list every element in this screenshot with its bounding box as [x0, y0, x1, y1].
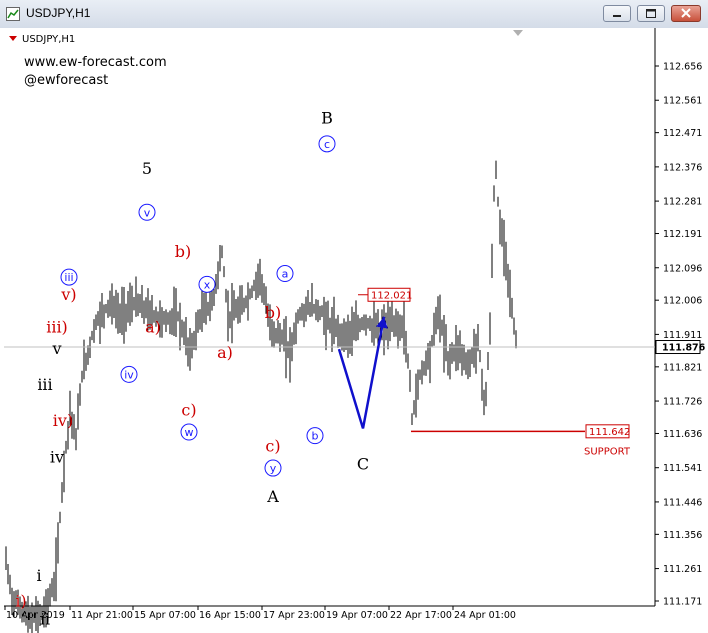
wave-label: A [266, 487, 279, 506]
x-tick-label: 19 Apr 07:00 [326, 610, 388, 621]
watermark-handle: @ewforecast [24, 73, 108, 88]
wave-label: iv [50, 447, 64, 466]
wave-label: b) [265, 303, 281, 322]
support-note: SUPPORT [584, 446, 631, 457]
current-price-label: 111.876 [662, 343, 706, 354]
wave-label: a) [145, 318, 161, 337]
x-tick-label: 11 Apr 21:00 [71, 610, 133, 621]
y-tick-label: 111.636 [663, 429, 702, 440]
wave-label: c) [265, 436, 280, 455]
wave-label: y [270, 462, 277, 475]
wave-label: v) [60, 285, 76, 304]
y-tick-label: 111.541 [663, 463, 702, 474]
wave-label: w [185, 426, 194, 439]
close-icon [681, 8, 691, 18]
x-tick-label: 17 Apr 23:00 [263, 610, 325, 621]
y-tick-label: 112.376 [663, 162, 702, 173]
wave-label: a) [217, 343, 233, 362]
y-tick-label: 111.821 [663, 362, 702, 373]
y-tick-label: 111.171 [663, 597, 702, 608]
wave-label: iii [37, 375, 52, 394]
y-tick-label: 111.726 [663, 397, 702, 408]
wave-label: i) [15, 591, 26, 610]
y-tick-label: 112.191 [663, 229, 702, 240]
wave-label: ii [40, 609, 50, 628]
y-tick-label: 112.561 [663, 96, 702, 107]
level-112021-label: 112.021 [371, 290, 412, 301]
x-tick-label: 22 Apr 17:00 [390, 610, 452, 621]
wave-label: i [36, 566, 41, 585]
wave-label: x [204, 278, 211, 291]
y-tick-label: 111.446 [663, 497, 702, 508]
minimize-icon [613, 15, 621, 17]
y-tick-label: 111.356 [663, 530, 702, 541]
maximize-icon [646, 9, 656, 18]
wave-label: iv [124, 368, 134, 381]
x-tick-label: 24 Apr 01:00 [454, 610, 516, 621]
wave-label: c) [181, 400, 196, 419]
x-tick-label: 15 Apr 07:00 [134, 610, 196, 621]
maximize-button[interactable] [637, 5, 665, 22]
window-titlebar: USDJPY,H1 [0, 0, 708, 29]
y-tick-label: 112.471 [663, 128, 702, 139]
chart-window-icon [6, 7, 20, 21]
wave-label: iii) [46, 318, 68, 337]
y-tick-label: 111.911 [663, 330, 702, 341]
wave-label: C [357, 454, 369, 473]
y-tick-label: 112.656 [663, 62, 702, 73]
y-tick-label: 112.096 [663, 263, 702, 274]
wave-label: b [312, 430, 319, 443]
wave-label: iii [64, 271, 73, 284]
wave-label: 5 [142, 159, 152, 178]
wave-label: a [282, 268, 289, 281]
wave-label: b) [175, 242, 191, 261]
wave-label: v [51, 339, 61, 358]
x-tick-label: 10 Apr 2019 [6, 610, 65, 621]
symbol-label: USDJPY,H1 [22, 34, 75, 45]
close-button[interactable] [671, 5, 701, 22]
wave-label: c [324, 138, 330, 151]
price-chart[interactable]: USDJPY,H1 www.ew-forecast.com @ewforecas… [0, 28, 708, 633]
y-tick-label: 111.261 [663, 564, 702, 575]
x-tick-label: 16 Apr 15:00 [199, 610, 261, 621]
y-tick-label: 112.281 [663, 197, 702, 208]
wave-label: B [321, 109, 333, 128]
wave-label: iv) [53, 411, 73, 430]
window-title: USDJPY,H1 [26, 6, 91, 20]
y-tick-label: 112.006 [663, 296, 702, 307]
watermark-site: www.ew-forecast.com [24, 55, 167, 70]
wave-label: v [144, 206, 151, 219]
minimize-button[interactable] [603, 5, 631, 22]
support-price-label: 111.642 [589, 427, 630, 438]
